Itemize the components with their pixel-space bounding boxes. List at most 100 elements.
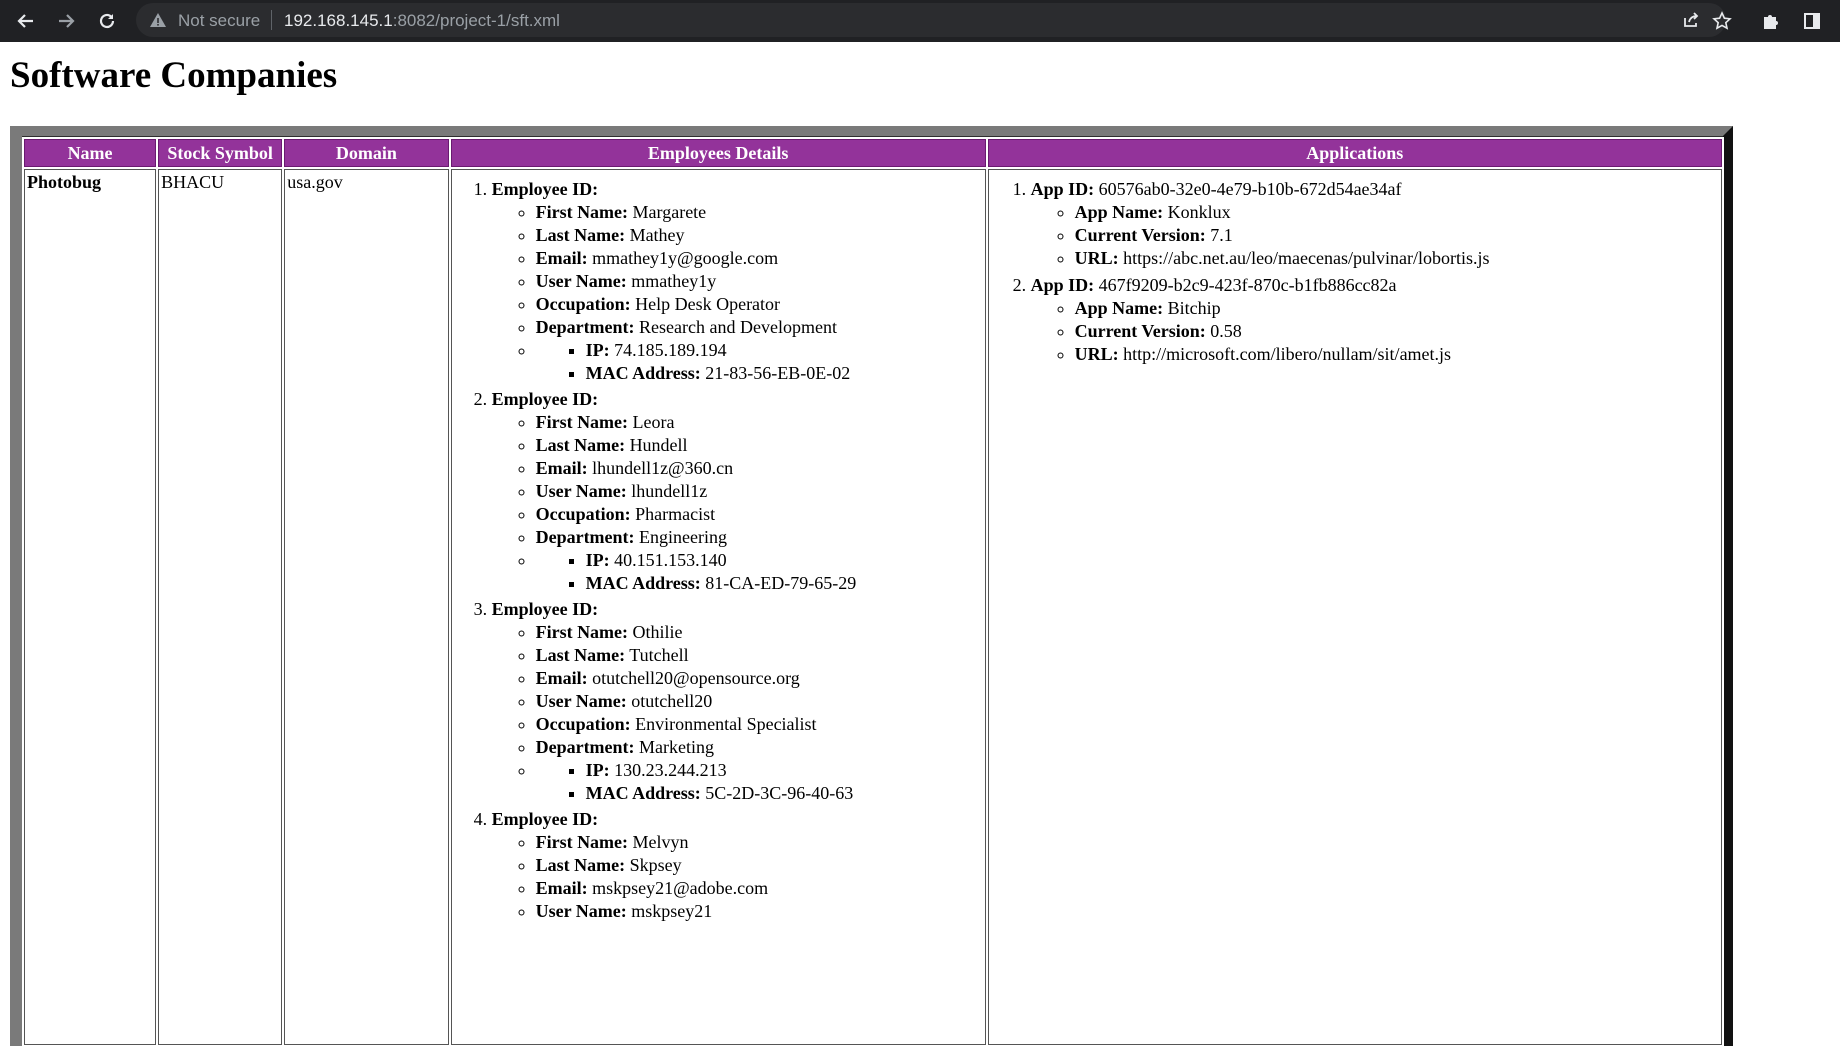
employee-item: Employee ID: First Name: Margarete Last … <box>492 178 983 385</box>
field-label: Email: <box>535 668 588 688</box>
network-group: IP: 130.23.244.213 MAC Address: 5C-2D-3C… <box>536 759 983 805</box>
field-label: Email: <box>535 878 588 898</box>
side-panel-icon <box>1804 13 1820 29</box>
employee-fields: First Name: Leora Last Name: Hundell Ema… <box>492 411 983 595</box>
field-value: 74.185.189.194 <box>614 340 727 360</box>
reload-button[interactable] <box>93 7 121 35</box>
field-label: Current Version: <box>1074 321 1206 341</box>
occupation-field: Occupation: Help Desk Operator <box>536 293 983 316</box>
user-name-field: User Name: lhundell1z <box>536 480 983 503</box>
field-value: Environmental Specialist <box>635 714 817 734</box>
field-value: lhundell1z <box>631 481 708 501</box>
field-value: http://microsoft.com/libero/nullam/sit/a… <box>1123 344 1452 364</box>
url-text[interactable]: 192.168.145.1:8082/project-1/sft.xml <box>284 11 560 31</box>
app-id-label: App ID: <box>1030 179 1095 199</box>
cell-stock-symbol: BHACU <box>158 169 283 1045</box>
field-label: User Name: <box>535 901 627 921</box>
field-label: Occupation: <box>535 504 631 524</box>
field-value: mmathey1y <box>631 271 717 291</box>
header-domain: Domain <box>284 139 449 167</box>
warning-icon[interactable] <box>149 11 167 29</box>
field-label: URL: <box>1074 248 1119 268</box>
application-item: App ID: 467f9209-b2c9-423f-870c-b1fb886c… <box>1031 274 1719 366</box>
field-label: Department: <box>535 527 635 547</box>
bookmark-button[interactable] <box>1708 7 1736 35</box>
field-label: Department: <box>535 737 635 757</box>
address-bar[interactable]: Not secure 192.168.145.1:8082/project-1/… <box>136 3 1726 37</box>
employee-item: Employee ID: First Name: Leora Last Name… <box>492 388 983 595</box>
current-version-field: Current Version: 0.58 <box>1075 320 1719 343</box>
user-name-field: User Name: mskpsey21 <box>536 900 983 923</box>
ip-field: IP: 40.151.153.140 <box>586 549 983 572</box>
field-value: Leora <box>632 412 675 432</box>
field-label: MAC Address: <box>585 573 701 593</box>
first-name-field: First Name: Othilie <box>536 621 983 644</box>
not-secure-label[interactable]: Not secure <box>178 11 260 31</box>
field-value: Bitchip <box>1167 298 1221 318</box>
email-field: Email: mmathey1y@google.com <box>536 247 983 270</box>
employee-list: Employee ID: First Name: Margarete Last … <box>454 178 983 923</box>
email-field: Email: lhundell1z@360.cn <box>536 457 983 480</box>
star-icon <box>1712 11 1732 30</box>
field-label: First Name: <box>535 832 629 852</box>
side-panel-button[interactable] <box>1798 7 1826 35</box>
network-group: IP: 40.151.153.140 MAC Address: 81-CA-ED… <box>536 549 983 595</box>
network-list: IP: 40.151.153.140 MAC Address: 81-CA-ED… <box>536 549 983 595</box>
network-list: IP: 74.185.189.194 MAC Address: 21-83-56… <box>536 339 983 385</box>
field-label: MAC Address: <box>585 363 701 383</box>
field-label: User Name: <box>535 691 627 711</box>
employee-fields: First Name: Melvyn Last Name: Skpsey Ema… <box>492 831 983 923</box>
companies-table: Name Stock Symbol Domain Employees Detai… <box>22 137 1724 1047</box>
application-item: App ID: 60576ab0-32e0-4e79-b10b-672d54ae… <box>1031 178 1719 270</box>
application-list: App ID: 60576ab0-32e0-4e79-b10b-672d54ae… <box>991 178 1719 366</box>
field-label: IP: <box>585 550 610 570</box>
field-label: Occupation: <box>535 294 631 314</box>
extensions-button[interactable] <box>1757 7 1785 35</box>
field-value: otutchell20@opensource.org <box>592 668 800 688</box>
last-name-field: Last Name: Mathey <box>536 224 983 247</box>
first-name-field: First Name: Leora <box>536 411 983 434</box>
field-value: mmathey1y@google.com <box>592 248 779 268</box>
app-id-value: 60576ab0-32e0-4e79-b10b-672d54ae34af <box>1098 179 1402 199</box>
field-label: First Name: <box>535 202 629 222</box>
mac-field: MAC Address: 81-CA-ED-79-65-29 <box>586 572 983 595</box>
field-value: 81-CA-ED-79-65-29 <box>705 573 857 593</box>
field-value: 5C-2D-3C-96-40-63 <box>705 783 854 803</box>
share-icon <box>1684 12 1699 27</box>
last-name-field: Last Name: Tutchell <box>536 644 983 667</box>
field-label: Email: <box>535 248 588 268</box>
cell-applications: App ID: 60576ab0-32e0-4e79-b10b-672d54ae… <box>987 169 1722 1045</box>
ip-field: IP: 130.23.244.213 <box>586 759 983 782</box>
last-name-field: Last Name: Hundell <box>536 434 983 457</box>
field-value: Help Desk Operator <box>635 294 781 314</box>
forward-button[interactable] <box>52 7 80 35</box>
ip-field: IP: 74.185.189.194 <box>586 339 983 362</box>
employee-id-label: Employee ID: <box>491 179 599 199</box>
field-value: Engineering <box>639 527 728 547</box>
field-value: mskpsey21 <box>631 901 713 921</box>
field-value: Marketing <box>639 737 715 757</box>
employee-id-label: Employee ID: <box>491 389 599 409</box>
first-name-field: First Name: Melvyn <box>536 831 983 854</box>
user-name-field: User Name: mmathey1y <box>536 270 983 293</box>
header-employees-details: Employees Details <box>450 139 986 167</box>
department-field: Department: Engineering <box>536 526 983 549</box>
company-name: Photobug <box>27 172 102 192</box>
header-name: Name <box>24 139 157 167</box>
network-group: IP: 74.185.189.194 MAC Address: 21-83-56… <box>536 339 983 385</box>
url-field: URL: https://abc.net.au/leo/maecenas/pul… <box>1075 247 1719 270</box>
user-name-field: User Name: otutchell20 <box>536 690 983 713</box>
field-value: Konklux <box>1167 202 1231 222</box>
url-path: :8082/project-1/sft.xml <box>392 11 560 30</box>
employee-id-label: Employee ID: <box>491 599 599 619</box>
browser-toolbar: Not secure 192.168.145.1:8082/project-1/… <box>0 0 1840 42</box>
field-value: Tutchell <box>629 645 689 665</box>
app-name-field: App Name: Konklux <box>1075 201 1719 224</box>
field-value: Research and Development <box>639 317 837 337</box>
field-value: Hundell <box>629 435 688 455</box>
employee-item: Employee ID: First Name: Othilie Last Na… <box>492 598 983 805</box>
field-label: MAC Address: <box>585 783 701 803</box>
forward-arrow-icon <box>59 14 75 28</box>
back-button[interactable] <box>12 7 40 35</box>
share-button[interactable] <box>1677 6 1705 34</box>
